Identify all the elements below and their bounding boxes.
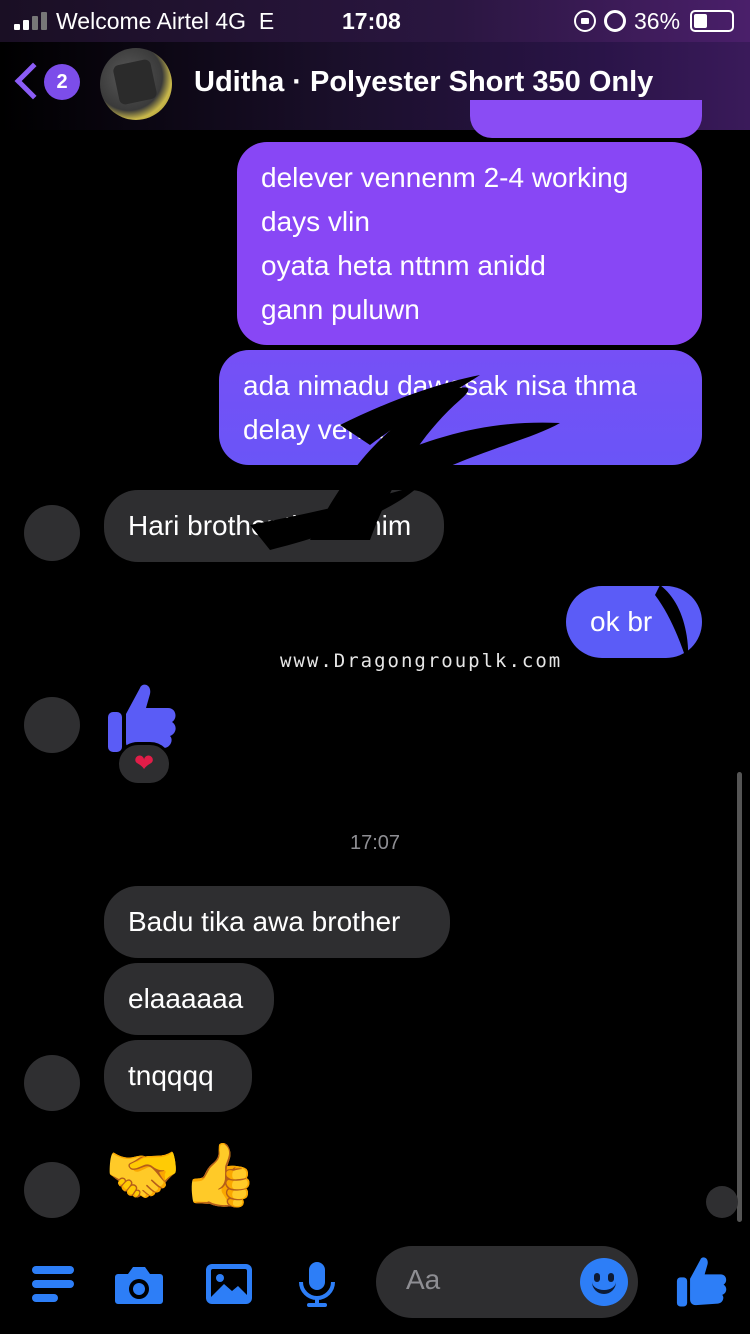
emoji-message[interactable]: 🤝👍 (104, 1140, 258, 1210)
heart-reaction-badge[interactable]: ❤ (116, 742, 172, 786)
scrollbar[interactable] (737, 772, 742, 1222)
like-icon[interactable] (674, 1254, 728, 1308)
message-bubble-incoming[interactable]: tnqqqq (104, 1040, 252, 1112)
rotation-lock-icon (574, 10, 596, 32)
battery-percent: 36% (634, 8, 681, 34)
signal-icon (14, 12, 48, 30)
message-bubble-partial (470, 100, 702, 138)
watermark: www.Dragongrouplk.com (280, 650, 563, 672)
carrier-name: Welcome Airtel 4G (56, 8, 247, 34)
message-bubble-outgoing[interactable]: delever vennenm 2-4 working days vlin oy… (237, 142, 702, 345)
avatar[interactable] (100, 48, 172, 120)
seen-indicator (706, 1186, 738, 1218)
message-input-placeholder: Aa (406, 1264, 441, 1295)
sender-avatar (24, 1162, 80, 1218)
sender-avatar (24, 697, 80, 753)
sender-avatar (24, 1055, 80, 1111)
network-type: E (258, 8, 275, 34)
message-bubble-incoming[interactable]: elaaaaaa (104, 963, 274, 1035)
status-time: 17:08 (342, 8, 401, 34)
alarm-icon (604, 10, 626, 32)
scribble-mark (250, 375, 560, 550)
message-input[interactable]: Aa (376, 1246, 638, 1318)
conversation-title[interactable]: Uditha · Polyester Short 350 Only (194, 66, 653, 99)
microphone-icon[interactable] (292, 1260, 342, 1308)
back-button[interactable]: 2 (14, 60, 84, 110)
message-timestamp: 17:07 (349, 832, 401, 854)
message-bubble-incoming[interactable]: Badu tika awa brother (104, 886, 450, 958)
scribble-mark (655, 585, 689, 665)
unread-badge: 2 (44, 64, 80, 100)
sender-avatar (24, 505, 80, 561)
battery-icon (690, 10, 734, 32)
battery-level (694, 14, 707, 28)
camera-icon[interactable] (114, 1260, 164, 1308)
emoji-icon[interactable] (580, 1258, 628, 1306)
status-bar: Welcome Airtel 4G E 17:08 36% (0, 0, 750, 42)
image-icon[interactable] (204, 1260, 254, 1308)
menu-icon[interactable] (30, 1260, 80, 1308)
composer-bar: Aa (0, 1240, 750, 1334)
